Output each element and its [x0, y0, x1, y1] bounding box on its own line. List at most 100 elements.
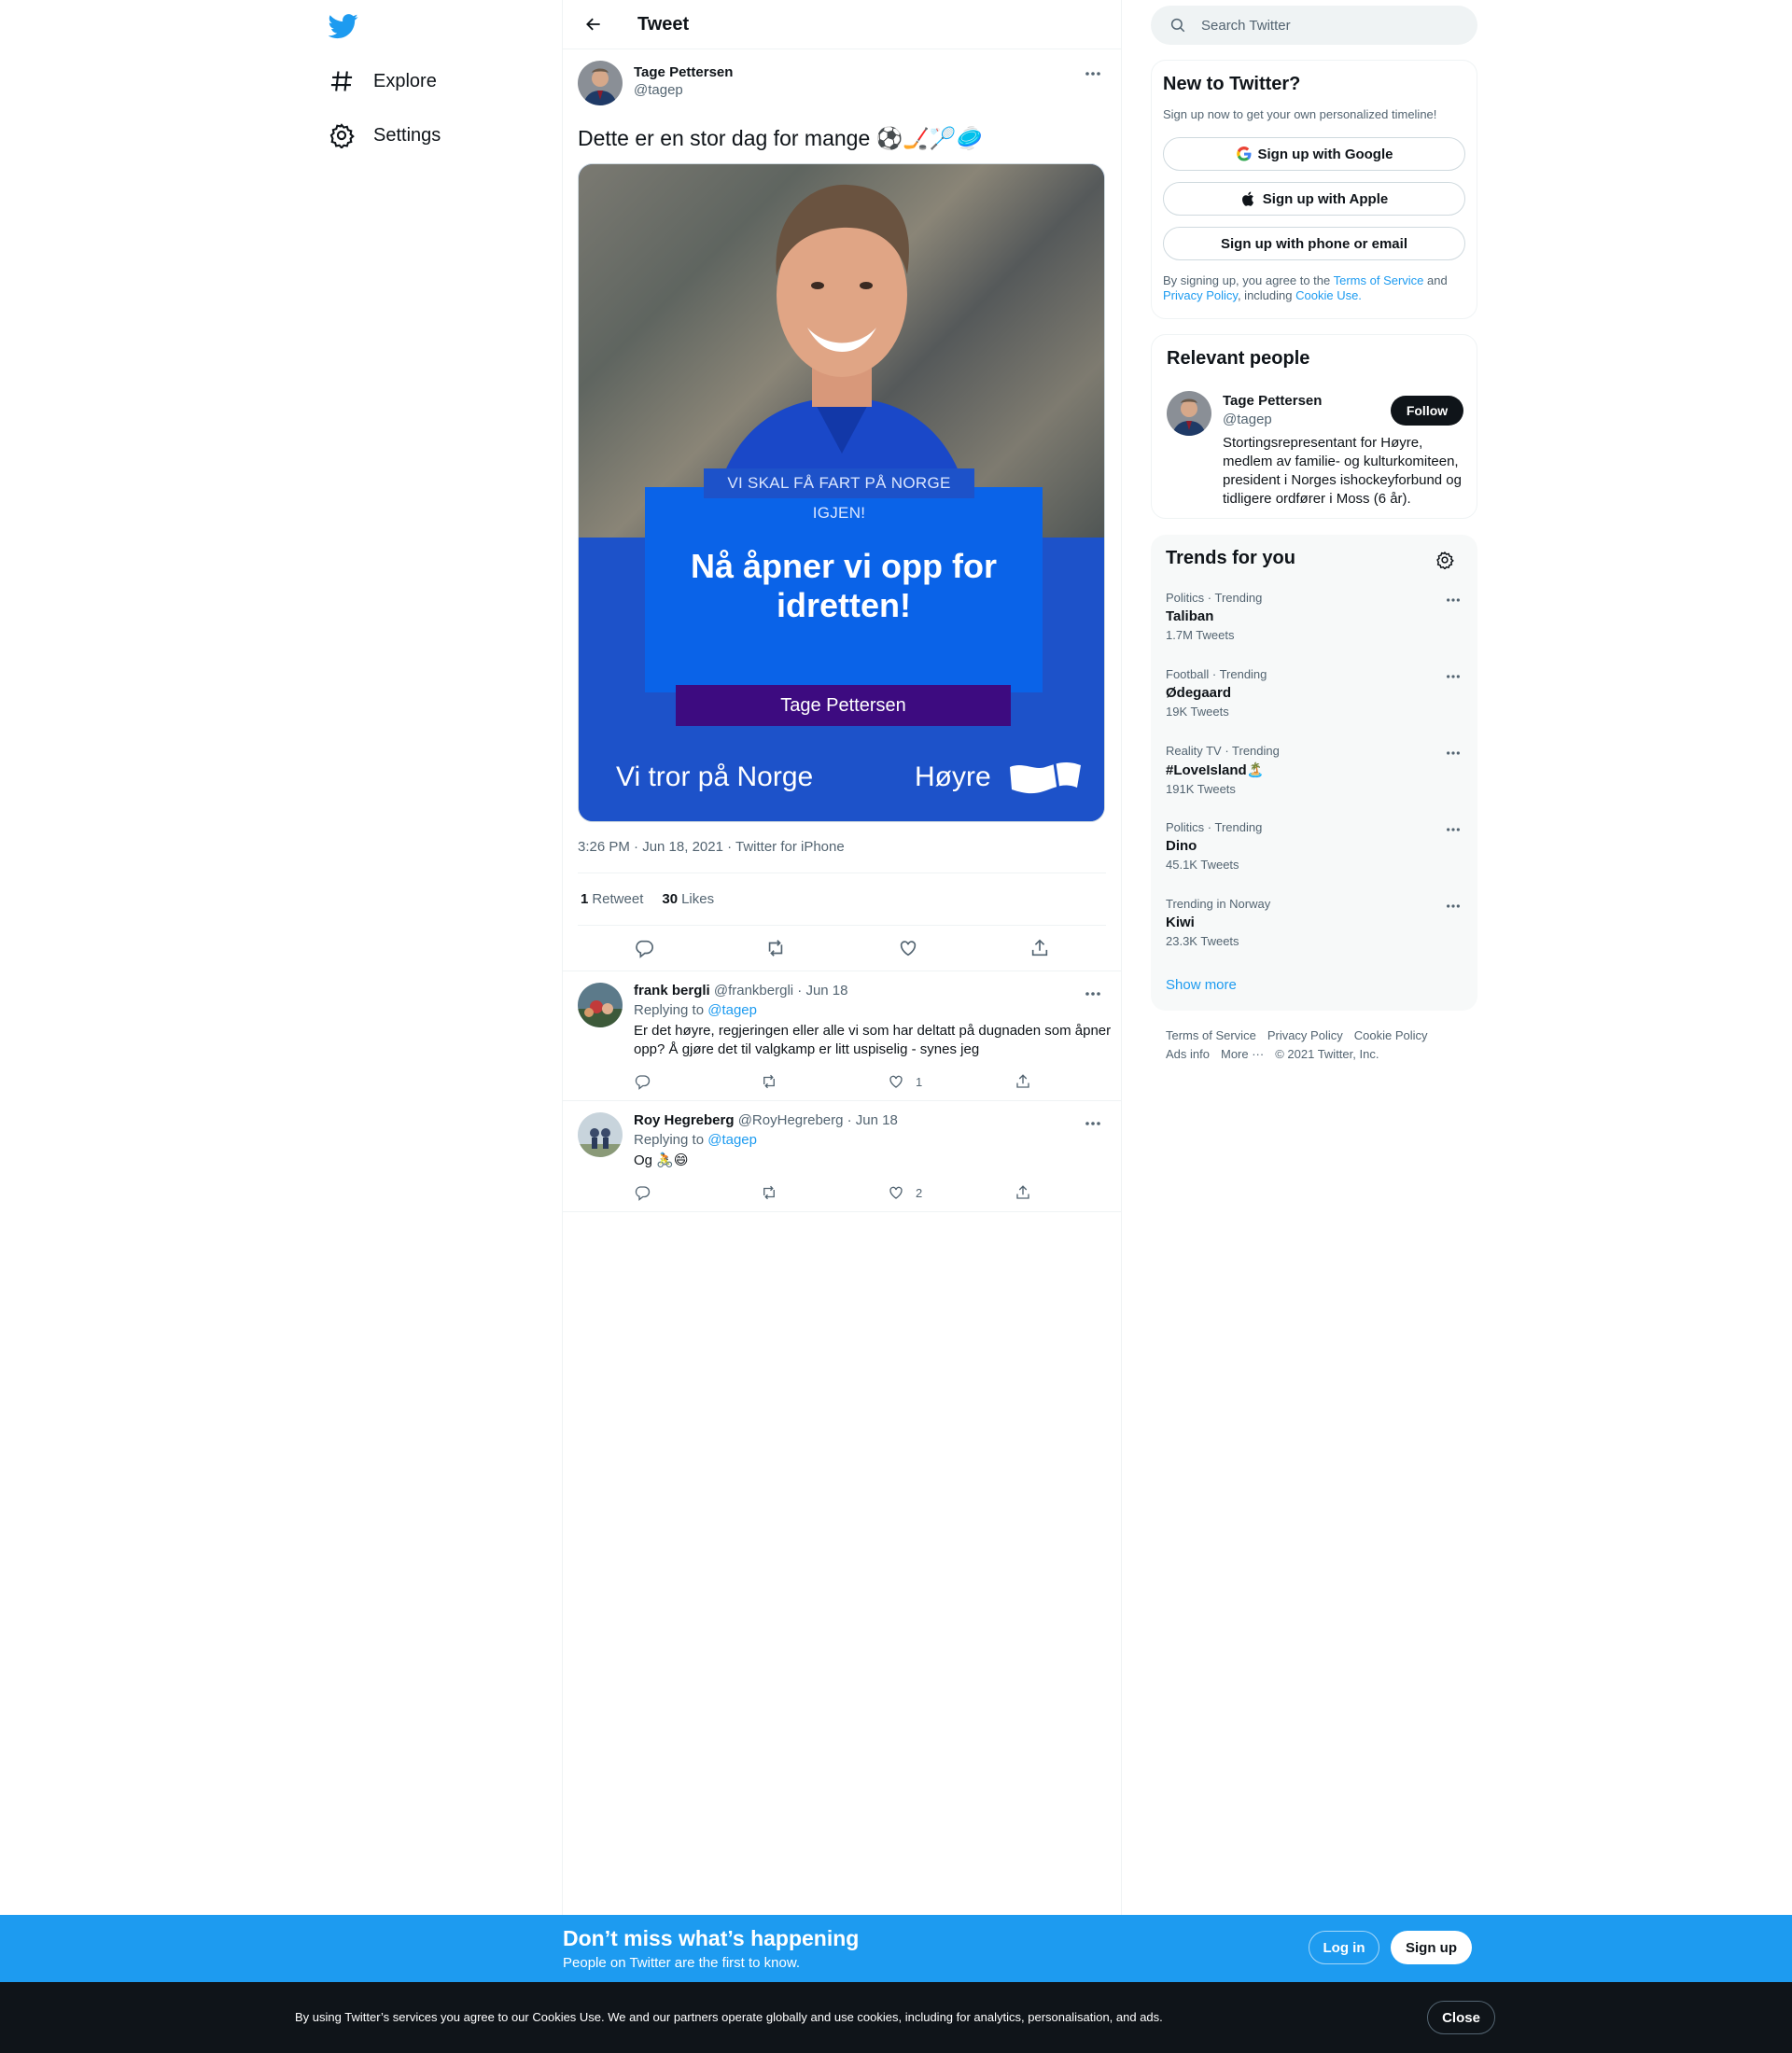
like-button[interactable]: 2 [888, 1184, 1015, 1201]
nav-label-settings: Settings [373, 124, 441, 146]
trend-item[interactable]: Reality TV · Trending #LoveIsland🏝️ 191K… [1166, 744, 1463, 796]
retweet-button[interactable] [760, 932, 791, 964]
cookie-use-link[interactable]: Cookie Use. [1295, 288, 1362, 302]
footer-terms-link[interactable]: Terms of Service [1166, 1028, 1256, 1042]
reply-icon [635, 1075, 651, 1090]
reply-button[interactable] [628, 932, 660, 964]
trend-count: 45.1K Tweets [1166, 858, 1239, 872]
trend-item[interactable]: Football · Trending Ødegaard 19K Tweets [1166, 667, 1463, 719]
reply-actions: 2 [634, 1174, 1141, 1211]
relevant-person-name[interactable]: Tage Pettersen [1223, 393, 1322, 409]
new-to-twitter-title: New to Twitter? [1163, 74, 1301, 94]
terms-of-service-link[interactable]: Terms of Service [1334, 273, 1424, 287]
reply-button[interactable] [634, 1184, 761, 1201]
page-title: Tweet [637, 13, 690, 35]
sign-up-apple-label: Sign up with Apple [1262, 190, 1389, 207]
close-cookie-button[interactable]: Close [1427, 2001, 1495, 2034]
follow-button[interactable]: Follow [1391, 396, 1463, 426]
more-options-button[interactable] [1080, 985, 1106, 1003]
retweet-button[interactable] [761, 1073, 888, 1090]
footer-privacy-link[interactable]: Privacy Policy [1267, 1028, 1343, 1042]
footer-ads-info-link[interactable]: Ads info [1166, 1047, 1210, 1061]
like-count: 2 [916, 1185, 923, 1200]
ellipsis-icon [1085, 1122, 1100, 1125]
trend-item[interactable]: Trending in Norway Kiwi 23.3K Tweets [1166, 897, 1463, 948]
replying-to-link[interactable]: @tagep [707, 1002, 757, 1018]
log-in-button[interactable]: Log in [1309, 1931, 1379, 1964]
sign-up-phone-email-button[interactable]: Sign up with phone or email [1163, 227, 1465, 260]
like-button[interactable] [892, 932, 924, 964]
tweet-image[interactable]: VI SKAL FÅ FART PÅ NORGE IGJEN! Nå åpner… [578, 163, 1105, 822]
retweets-count: 1 [581, 891, 589, 907]
avatar[interactable] [578, 61, 623, 105]
trend-category: Politics · Trending [1166, 591, 1263, 605]
search-input[interactable] [1201, 17, 1463, 34]
trend-count: 1.7M Tweets [1166, 628, 1235, 642]
share-icon [1016, 1185, 1029, 1199]
sign-up-phone-email-label: Sign up with phone or email [1220, 235, 1407, 252]
signup-banner-title: Don’t miss what’s happening [563, 1926, 860, 1950]
footer-cookie-link[interactable]: Cookie Policy [1354, 1028, 1428, 1042]
reply-handle-date: @RoyHegreberg · Jun 18 [737, 1112, 898, 1128]
share-button[interactable] [1015, 1184, 1141, 1201]
trend-name: Taliban [1166, 608, 1214, 624]
share-button[interactable] [1024, 932, 1056, 964]
reply-author-name[interactable]: frank bergli [634, 983, 710, 999]
share-button[interactable] [1015, 1073, 1141, 1090]
show-more-link[interactable]: Show more [1166, 977, 1237, 993]
more-options-button[interactable] [1440, 667, 1466, 686]
nav-item-explore[interactable]: Explore [329, 59, 437, 104]
trends-settings-button[interactable] [1433, 548, 1457, 572]
author-handle[interactable]: @tagep [634, 82, 733, 98]
more-options-button[interactable] [1440, 820, 1466, 839]
reply-tweet[interactable]: frank bergli @frankbergli · Jun 18 Reply… [563, 971, 1121, 1101]
more-options-button[interactable] [1440, 897, 1466, 915]
tweet-text: Dette er en stor dag for mange ⚽🏒🏸🥏 [578, 126, 984, 150]
sign-up-google-button[interactable]: Sign up with Google [1163, 137, 1465, 171]
like-count: 1 [916, 1074, 923, 1089]
like-button[interactable]: 1 [888, 1073, 1015, 1090]
ellipsis-icon [1085, 992, 1100, 996]
arrow-left-icon [586, 18, 600, 31]
trend-item[interactable]: Politics · Trending Dino 45.1K Tweets [1166, 820, 1463, 872]
sign-up-apple-button[interactable]: Sign up with Apple [1163, 182, 1465, 216]
sign-up-button[interactable]: Sign up [1391, 1931, 1472, 1964]
author-name[interactable]: Tage Pettersen [634, 64, 733, 80]
image-headline: Nå åpner vi opp for idretten! [690, 547, 998, 624]
new-to-twitter-subtitle: Sign up now to get your own personalized… [1163, 107, 1437, 121]
avatar[interactable] [578, 983, 623, 1027]
retweet-icon [769, 940, 783, 957]
legal-text: and [1423, 273, 1448, 287]
search-box[interactable] [1151, 6, 1477, 45]
image-party-name: Høyre [915, 761, 991, 792]
relevant-person-handle[interactable]: @tagep [1223, 412, 1272, 427]
back-button[interactable] [578, 8, 609, 40]
trends-title: Trends for you [1166, 548, 1295, 568]
google-logo-icon [1236, 147, 1251, 161]
retweet-button[interactable] [761, 1184, 888, 1201]
likes-stat[interactable]: 30 Likes [662, 891, 714, 907]
retweets-label: Retweet [592, 891, 644, 907]
avatar[interactable] [1167, 391, 1211, 436]
cookie-banner: By using Twitter’s services you agree to… [0, 1982, 1792, 2053]
trend-category: Politics · Trending [1166, 820, 1263, 834]
reply-button[interactable] [634, 1073, 761, 1090]
legal-text: By signing up, you agree to the [1163, 273, 1334, 287]
reply-tweet[interactable]: Roy Hegreberg @RoyHegreberg · Jun 18 Rep… [563, 1101, 1121, 1212]
footer-more-button[interactable]: More ··· [1221, 1047, 1264, 1061]
retweets-stat[interactable]: 1 Retweet [581, 891, 643, 907]
tweet-stats: 1 Retweet 30 Likes [578, 873, 1106, 925]
reply-author-name[interactable]: Roy Hegreberg [634, 1112, 735, 1128]
more-options-button[interactable] [1080, 64, 1106, 83]
more-options-button[interactable] [1440, 591, 1466, 609]
main-header: Tweet [563, 0, 1121, 49]
trend-item[interactable]: Politics · Trending Taliban 1.7M Tweets [1166, 591, 1463, 642]
privacy-policy-link[interactable]: Privacy Policy [1163, 288, 1238, 302]
twitter-logo-icon[interactable] [328, 11, 358, 41]
nav-item-settings[interactable]: Settings [329, 113, 441, 158]
more-options-button[interactable] [1440, 744, 1466, 762]
replying-to-link[interactable]: @tagep [707, 1132, 757, 1148]
trend-count: 19K Tweets [1166, 705, 1229, 719]
more-options-button[interactable] [1080, 1114, 1106, 1133]
avatar[interactable] [578, 1112, 623, 1157]
